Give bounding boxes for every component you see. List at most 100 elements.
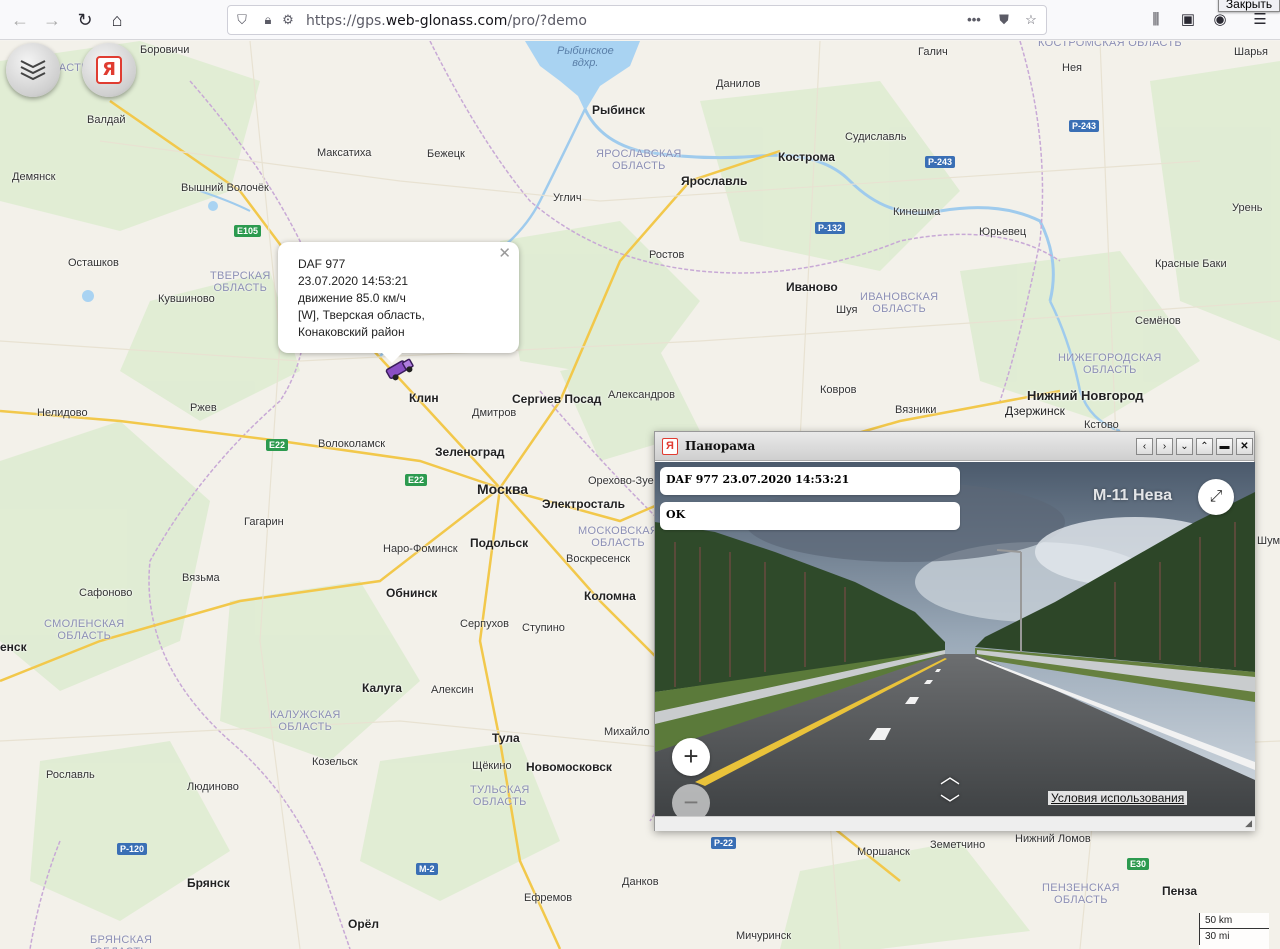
city-label: Кострома xyxy=(778,150,835,164)
city-label: Нижний Ломов xyxy=(1015,833,1091,845)
close-button[interactable]: ✕ xyxy=(1236,438,1253,455)
panorama-titlebar[interactable]: Я Панорама ‹ › ⌄ ⌃ ▬ ✕ xyxy=(655,432,1254,461)
popup-location: [W], Тверская область, xyxy=(298,308,425,322)
road-shield: E30 xyxy=(1127,858,1150,870)
panorama-view[interactable]: DAF 977 23.07.2020 14:53:21 OK М-11 Нева… xyxy=(655,462,1255,816)
forward-button[interactable]: → xyxy=(40,8,64,32)
panorama-window: Я Панорама ‹ › ⌄ ⌃ ▬ ✕ DAF 977 23.07.202… xyxy=(654,431,1255,831)
yandex-map-button[interactable]: Я xyxy=(82,43,136,97)
city-label: Серпухов xyxy=(460,618,509,630)
city-label: Дмитров xyxy=(472,407,517,419)
city-label: Ржев xyxy=(190,402,217,414)
city-label: Сафоново xyxy=(79,587,133,599)
backward-arrow-icon[interactable]: ﹀ xyxy=(940,788,960,816)
city-label: Обнинск xyxy=(386,586,438,600)
city-label: Подольск xyxy=(470,536,529,550)
city-label: Вышний Волочёк xyxy=(181,182,269,194)
account-icon[interactable]: ◉ xyxy=(1210,10,1230,30)
collapse-down-button[interactable]: ⌄ xyxy=(1176,438,1193,455)
collapse-up-button[interactable]: ⌃ xyxy=(1196,438,1213,455)
minimize-button[interactable]: ▬ xyxy=(1216,438,1233,455)
road-shield: P-22 xyxy=(711,837,737,849)
city-label: Максатиха xyxy=(317,147,372,159)
city-label: Урень xyxy=(1232,202,1263,214)
menu-icon[interactable]: ☰ xyxy=(1250,10,1270,30)
city-label: Алексин xyxy=(431,684,474,696)
city-label: Новомосковск xyxy=(526,760,612,774)
region-label: БРЯНСКАЯ ОБЛАСТЬ xyxy=(90,934,153,949)
layers-button[interactable] xyxy=(6,43,60,97)
city-label: Клин xyxy=(409,391,439,405)
library-icon[interactable]: ⫼ xyxy=(1146,10,1166,30)
city-label: Судиславль xyxy=(845,131,907,143)
popup-close-icon[interactable]: ✕ xyxy=(498,245,511,262)
map-scale: 50 km 30 mi xyxy=(1199,913,1269,949)
shield-icon[interactable]: ⛉ xyxy=(234,12,250,28)
vehicle-popup: ✕ DAF 977 23.07.2020 14:53:21 движение 8… xyxy=(278,242,519,363)
popup-vehicle-name: DAF 977 xyxy=(298,257,346,271)
truck-marker-icon[interactable] xyxy=(383,357,417,381)
road-shield: P-243 xyxy=(925,156,956,168)
reload-button[interactable]: ↻ xyxy=(73,8,97,32)
fullscreen-icon[interactable]: ⤢ xyxy=(1198,479,1234,515)
sidebar-icon[interactable]: ▣ xyxy=(1178,10,1198,30)
city-label: енск xyxy=(0,640,27,654)
zoom-in-button[interactable]: + xyxy=(672,738,710,776)
yandex-logo-icon: Я xyxy=(662,438,678,455)
pocket-icon[interactable]: ⛊ xyxy=(996,12,1012,28)
prev-button[interactable]: ‹ xyxy=(1136,438,1153,455)
region-label: КОСТРОМСКАЯ ОБЛАСТЬ xyxy=(1038,41,1182,49)
bookmark-star-icon[interactable]: ☆ xyxy=(1023,12,1039,28)
region-label: НИЖЕГОРОДСКАЯ ОБЛАСТЬ xyxy=(1058,352,1162,376)
city-label: Ефремов xyxy=(524,892,573,904)
yandex-logo-icon: Я xyxy=(96,56,122,84)
city-label: Ростов xyxy=(649,249,685,261)
city-label: Орёл xyxy=(348,917,379,931)
road-shield: E22 xyxy=(266,439,289,451)
road-shield: E105 xyxy=(234,225,262,237)
url-text: https://gps.web-glonass.com/pro/?demo xyxy=(306,13,587,29)
city-label: Электросталь xyxy=(542,497,625,511)
resize-handle-icon[interactable]: ◢ xyxy=(1245,818,1252,829)
city-label: Козельск xyxy=(312,756,358,768)
region-label: ЯРОСЛАВСКАЯ ОБЛАСТЬ xyxy=(596,148,682,172)
city-label: Моршанск xyxy=(857,846,910,858)
city-label: Шуя xyxy=(836,304,858,316)
city-label: Людиново xyxy=(187,781,239,793)
lock-icon[interactable]: 🔒︎ xyxy=(260,12,276,28)
city-label: Брянск xyxy=(187,876,230,890)
city-label: Москва xyxy=(477,481,529,497)
zoom-out-button[interactable]: − xyxy=(672,784,710,816)
city-label: Рославль xyxy=(46,769,95,781)
region-label: ИВАНОВСКАЯ ОБЛАСТЬ xyxy=(860,291,939,315)
city-label: Галич xyxy=(918,46,948,58)
more-icon[interactable]: ••• xyxy=(966,12,982,28)
city-label: Дзержинск xyxy=(1005,404,1065,418)
road-shield: M-2 xyxy=(416,863,438,875)
terms-link[interactable]: Условия использования xyxy=(1048,791,1188,805)
next-button[interactable]: › xyxy=(1156,438,1173,455)
city-label: Александров xyxy=(608,389,675,401)
city-label: Михайло xyxy=(604,726,650,738)
home-button[interactable]: ⌂ xyxy=(105,8,129,32)
city-label: Земетчино xyxy=(930,839,986,851)
city-label: Осташков xyxy=(68,257,119,269)
popup-district: Конаковский район xyxy=(298,325,405,339)
city-label: Рыбинск xyxy=(592,103,645,117)
city-label: Шарья xyxy=(1234,46,1269,58)
city-label: Боровичи xyxy=(140,44,190,56)
city-label: Данков xyxy=(622,876,659,888)
water-label: Рыбинское вдхр. xyxy=(557,45,614,69)
city-label: Зеленоград xyxy=(435,445,505,459)
scale-mi: 30 mi xyxy=(1199,929,1269,945)
back-button[interactable]: ← xyxy=(8,8,32,32)
city-label: Демянск xyxy=(12,171,56,183)
forward-arrow-icon[interactable]: ︿ xyxy=(940,760,960,789)
close-tooltip: Закрыть xyxy=(1218,0,1280,12)
road-shield: P-120 xyxy=(117,843,148,855)
url-bar[interactable]: ⛉ 🔒︎ ⚙ https://gps.web-glonass.com/pro/?… xyxy=(227,5,1047,35)
panorama-footer: ◢ xyxy=(655,816,1255,831)
city-label: Валдай xyxy=(87,114,126,126)
permissions-icon[interactable]: ⚙ xyxy=(280,12,296,28)
city-label: Нея xyxy=(1062,62,1083,74)
